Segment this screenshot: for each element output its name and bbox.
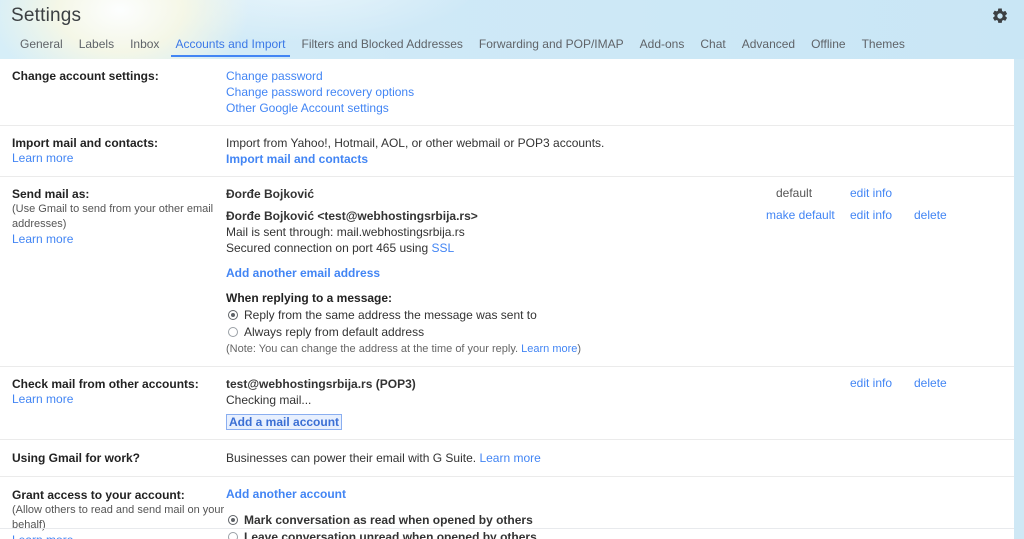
add-a-mail-account-link[interactable]: Add a mail account xyxy=(229,415,339,429)
import-learn-more-link[interactable]: Learn more xyxy=(12,151,73,165)
page-title: Settings xyxy=(11,5,82,26)
gmail-for-work-description: Businesses can power their email with G … xyxy=(226,450,774,466)
tab-accounts-and-import[interactable]: Accounts and Import xyxy=(167,33,293,57)
settings-page: Settings General Labels Inbox Accounts a… xyxy=(0,0,1024,539)
section-send-mail-as: Send mail as: (Use Gmail to send from yo… xyxy=(0,176,1014,366)
tab-general[interactable]: General xyxy=(12,33,71,57)
tab-filters-and-blocked-addresses[interactable]: Filters and Blocked Addresses xyxy=(294,33,471,57)
section-check-mail-from-other-accounts: Check mail from other accounts: Learn mo… xyxy=(0,366,1014,439)
sender-name: Đorđe Bojković xyxy=(226,187,315,201)
reply-option-label: Reply from the same address the message … xyxy=(244,308,537,322)
page-header: Settings xyxy=(0,0,1024,33)
send-mail-as-entry: Đorđe Bojković <test@webhostingsrbija.rs… xyxy=(226,208,947,256)
when-replying-heading: When replying to a message: xyxy=(226,291,393,305)
send-mail-as-entry: Đorđe Bojković default edit info xyxy=(226,186,892,202)
send-mail-as-learn-more-link[interactable]: Learn more xyxy=(12,232,73,246)
tab-inbox[interactable]: Inbox xyxy=(122,33,167,57)
theme-right-strip xyxy=(1014,59,1024,539)
import-description: Import from Yahoo!, Hotmail, AOL, or oth… xyxy=(226,136,605,150)
sender-smtp-host: Mail is sent through: mail.webhostingsrb… xyxy=(226,225,465,239)
ssl-link[interactable]: SSL xyxy=(431,241,454,255)
tab-add-ons[interactable]: Add-ons xyxy=(632,33,693,57)
sender-security-detail: Secured connection on port 465 using SSL xyxy=(226,240,774,256)
change-password-link[interactable]: Change password xyxy=(226,69,323,83)
gmail-for-work-learn-more-link[interactable]: Learn more xyxy=(479,451,540,465)
content-bottom-divider xyxy=(0,528,1014,529)
grant-access-option-label: Leave conversation unread when opened by… xyxy=(244,530,537,539)
section-change-account-settings: Change account settings: Change password… xyxy=(0,59,1014,125)
grant-access-option-label: Mark conversation as read when opened by… xyxy=(244,513,533,527)
reply-option-default-address[interactable]: Always reply from default address xyxy=(226,324,774,340)
tab-advanced[interactable]: Advanced xyxy=(734,33,803,57)
section-sublabel: (Use Gmail to send from your other email… xyxy=(12,203,214,230)
grant-access-option-leave-unread[interactable]: Leave conversation unread when opened by… xyxy=(226,529,774,539)
other-google-account-settings-link[interactable]: Other Google Account settings xyxy=(226,101,389,115)
reply-note-close: ) xyxy=(577,343,582,355)
tab-forwarding-and-pop-imap[interactable]: Forwarding and POP/IMAP xyxy=(471,33,632,57)
settings-tabbar: General Labels Inbox Accounts and Import… xyxy=(0,33,1024,59)
radio-icon[interactable] xyxy=(228,532,238,539)
section-grant-access: Grant access to your account: (Allow oth… xyxy=(0,476,1014,539)
section-label: Import mail and contacts: xyxy=(12,136,159,150)
check-mail-learn-more-link[interactable]: Learn more xyxy=(12,392,73,406)
pop3-account-status: Checking mail... xyxy=(226,393,312,407)
sender-name-with-address: Đorđe Bojković <test@webhostingsrbija.rs… xyxy=(226,209,478,223)
add-another-email-address-link[interactable]: Add another email address xyxy=(226,266,380,280)
change-password-recovery-link[interactable]: Change password recovery options xyxy=(226,85,414,99)
reply-option-same-address[interactable]: Reply from the same address the message … xyxy=(226,307,774,323)
gear-icon[interactable] xyxy=(991,7,1009,25)
reply-note-text: (Note: You can change the address at the… xyxy=(226,343,522,355)
reply-note-learn-more-link[interactable]: Learn more xyxy=(521,343,577,355)
add-another-account-link[interactable]: Add another account xyxy=(226,487,346,501)
grant-access-option-mark-read[interactable]: Mark conversation as read when opened by… xyxy=(226,512,774,528)
security-detail-text: Secured connection on port 465 using xyxy=(226,241,432,255)
radio-icon[interactable] xyxy=(228,327,238,337)
check-mail-account-entry: test@webhostingsrbija.rs (POP3) Checking… xyxy=(226,376,947,408)
settings-content: Change account settings: Change password… xyxy=(0,59,1014,539)
grant-access-learn-more-link[interactable]: Learn more xyxy=(12,533,73,539)
import-mail-and-contacts-link[interactable]: Import mail and contacts xyxy=(226,152,368,166)
tab-themes[interactable]: Themes xyxy=(854,33,913,57)
add-a-mail-account-focus-ring: Add a mail account xyxy=(226,414,343,430)
section-label: Change account settings: xyxy=(12,69,159,83)
section-label: Using Gmail for work? xyxy=(12,451,141,465)
section-label: Grant access to your account: xyxy=(12,488,185,502)
tab-chat[interactable]: Chat xyxy=(692,33,733,57)
reply-note: (Note: You can change the address at the… xyxy=(226,342,774,357)
section-label: Check mail from other accounts: xyxy=(12,377,199,391)
section-label: Send mail as: xyxy=(12,187,90,201)
reply-option-label: Always reply from default address xyxy=(244,325,425,339)
section-import-mail-and-contacts: Import mail and contacts: Learn more Imp… xyxy=(0,125,1014,176)
radio-icon[interactable] xyxy=(228,310,238,320)
pop3-account-name: test@webhostingsrbija.rs (POP3) xyxy=(226,377,416,391)
tab-labels[interactable]: Labels xyxy=(71,33,122,57)
section-using-gmail-for-work: Using Gmail for work? Businesses can pow… xyxy=(0,439,1014,476)
tab-offline[interactable]: Offline xyxy=(803,33,853,57)
gmail-for-work-text: Businesses can power their email with G … xyxy=(226,451,480,465)
radio-icon[interactable] xyxy=(228,515,238,525)
